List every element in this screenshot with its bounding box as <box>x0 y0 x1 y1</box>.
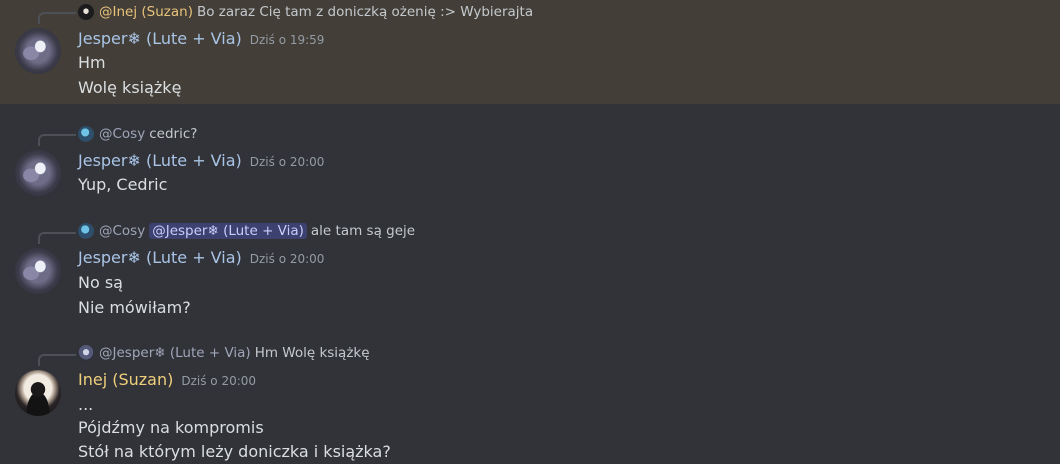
reply-text[interactable]: Hm Wolę książkę <box>255 345 370 361</box>
timestamp[interactable]: Dziś o 20:00 <box>250 252 325 266</box>
author-name[interactable]: Jesper❄ (Lute + Via) <box>78 29 242 48</box>
reply-text[interactable]: cedric? <box>149 126 197 142</box>
message-header: Jesper❄ (Lute + Via) Dziś o 20:00 <box>78 248 324 267</box>
reply-spine <box>38 232 76 244</box>
avatar[interactable] <box>15 248 61 294</box>
message-text: Stół na którym leży doniczka i książka? <box>78 442 391 461</box>
message-header: Jesper❄ (Lute + Via) Dziś o 20:00 <box>78 151 324 170</box>
message-group: @Cosy @Jesper❄ (Lute + Via) ale tam są g… <box>0 220 1060 324</box>
message-header: Inej (Suzan) Dziś o 20:00 <box>78 370 256 389</box>
message-text: Wolę książkę <box>78 78 182 97</box>
reply-author[interactable]: @Cosy <box>99 126 145 142</box>
timestamp[interactable]: Dziś o 20:00 <box>181 374 256 388</box>
reply-preview[interactable]: @Cosy @Jesper❄ (Lute + Via) ale tam są g… <box>78 221 415 241</box>
message-text: Pójdźmy na kompromis <box>78 418 264 437</box>
reply-text[interactable]: ale tam są geje <box>311 223 415 239</box>
timestamp[interactable]: Dziś o 19:59 <box>250 33 325 47</box>
mention[interactable]: @Jesper❄ (Lute + Via) <box>149 223 307 239</box>
message-text: No są <box>78 273 123 292</box>
message-group: @Inej (Suzan) Bo zaraz Cię tam z doniczk… <box>0 0 1060 104</box>
message-text: Nie mówiłam? <box>78 298 191 317</box>
reply-preview[interactable]: @Cosy cedric? <box>78 124 197 144</box>
reply-spine <box>38 354 76 366</box>
reply-author[interactable]: @Cosy <box>99 223 145 239</box>
avatar[interactable] <box>15 28 61 74</box>
avatar[interactable] <box>15 370 61 416</box>
author-name[interactable]: Inej (Suzan) <box>78 370 173 389</box>
message-text: Yup, Cedric <box>78 175 168 194</box>
reply-author[interactable]: @Inej (Suzan) <box>99 4 193 20</box>
reply-spine <box>38 12 76 24</box>
author-name[interactable]: Jesper❄ (Lute + Via) <box>78 151 242 170</box>
message-group: @Cosy cedric? Jesper❄ (Lute + Via) Dziś … <box>0 122 1060 202</box>
reply-avatar[interactable] <box>78 223 94 239</box>
reply-author[interactable]: @Jesper❄ (Lute + Via) <box>99 345 251 361</box>
message-header: Jesper❄ (Lute + Via) Dziś o 19:59 <box>78 29 324 48</box>
author-name[interactable]: Jesper❄ (Lute + Via) <box>78 248 242 267</box>
message-text: Hm <box>78 53 106 72</box>
reply-spine <box>38 134 76 146</box>
reply-avatar[interactable] <box>78 4 94 20</box>
reply-avatar[interactable] <box>78 345 94 361</box>
reply-avatar[interactable] <box>78 126 94 142</box>
message-group: @Jesper❄ (Lute + Via) Hm Wolę książkę In… <box>0 342 1060 464</box>
timestamp[interactable]: Dziś o 20:00 <box>250 155 325 169</box>
reply-preview[interactable]: @Jesper❄ (Lute + Via) Hm Wolę książkę <box>78 343 370 363</box>
reply-text[interactable]: Bo zaraz Cię tam z doniczką ożenię :> Wy… <box>197 4 533 20</box>
message-text: ... <box>78 395 94 414</box>
chat-log: @Inej (Suzan) Bo zaraz Cię tam z doniczk… <box>0 0 1060 464</box>
avatar[interactable] <box>15 150 61 196</box>
reply-preview[interactable]: @Inej (Suzan) Bo zaraz Cię tam z doniczk… <box>78 2 533 22</box>
